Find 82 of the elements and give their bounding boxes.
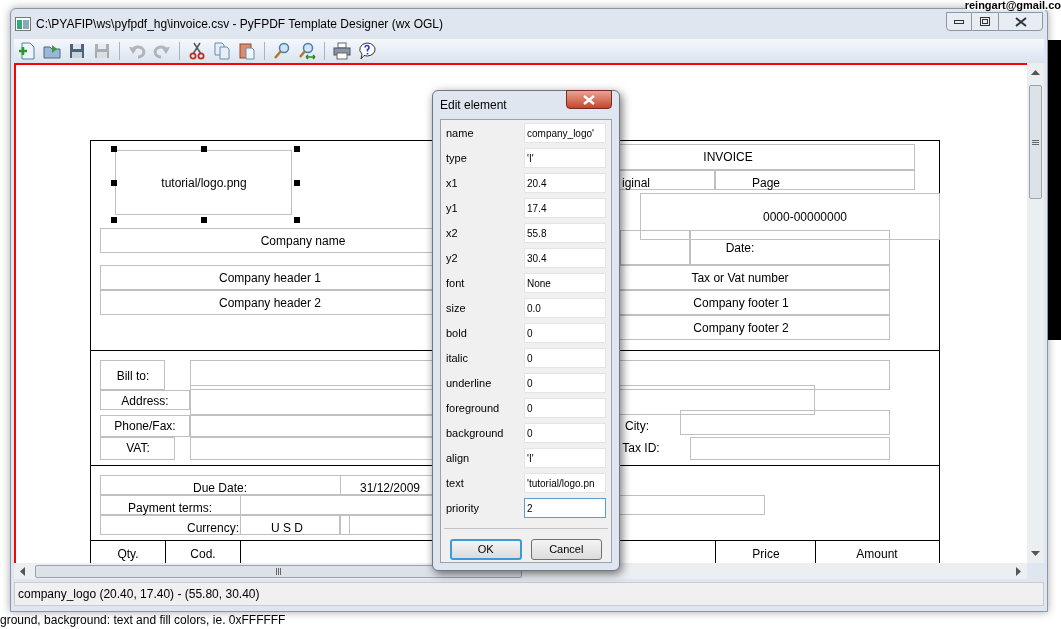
field-label: bold: [446, 325, 468, 341]
element-text: VAT:: [126, 441, 150, 455]
element-text: Tax ID:: [622, 441, 660, 455]
scroll-right-icon[interactable]: [1016, 566, 1022, 576]
element-text: 0000-00000000: [762, 210, 848, 224]
user-email: reingart@gmail.co: [964, 0, 1061, 10]
scroll-down-icon[interactable]: [1031, 551, 1040, 557]
element-text: iginal: [622, 176, 650, 190]
input-field[interactable]: 0: [524, 398, 606, 418]
minimize-icon: [954, 19, 964, 24]
input-field[interactable]: None: [524, 273, 606, 293]
input-field[interactable]: 'I': [524, 448, 606, 468]
scroll-left-icon[interactable]: [19, 566, 25, 576]
element-text: 31/12/2009: [359, 481, 421, 495]
scroll-up-icon[interactable]: [1031, 69, 1040, 75]
input-field[interactable]: 30.4: [524, 248, 606, 268]
element-text: Price: [752, 547, 780, 561]
field-label: x1: [446, 175, 459, 191]
element-text: Phone/Fax:: [114, 419, 176, 433]
app-icon: [15, 17, 31, 31]
minimize-button[interactable]: [946, 12, 972, 31]
dialog-button[interactable]: Cancel: [530, 539, 602, 560]
field-label: italic: [446, 350, 469, 366]
help-text: ground, background: text and fill colors, ie. 0xFFFFFF: [0, 613, 286, 628]
element-text: Company footer 1: [693, 296, 789, 310]
field-label: type: [446, 150, 468, 166]
input-field[interactable]: 0.0: [524, 298, 606, 318]
maximize-button[interactable]: [972, 12, 998, 31]
field-label: size: [446, 300, 467, 316]
field-label: align: [446, 450, 471, 466]
input-field[interactable]: 20.4: [524, 173, 606, 193]
element-text: Due Date:: [193, 481, 247, 495]
element-text: Qty.: [117, 547, 139, 561]
field-label: background: [446, 425, 505, 441]
element-text: Company header 1: [218, 271, 322, 285]
input-field[interactable]: 'I': [524, 148, 606, 168]
field-label: y1: [446, 200, 459, 216]
field-label: y2: [446, 250, 459, 266]
element-text: Company footer 2: [693, 321, 789, 335]
input-field[interactable]: 0: [524, 348, 606, 368]
input-field[interactable]: company_logo': [524, 123, 606, 143]
scroll-thumb[interactable]: [1029, 85, 1042, 199]
field-label: x2: [446, 225, 459, 241]
element-text: Company header 2: [218, 296, 322, 310]
input-field[interactable]: 2: [524, 498, 606, 518]
input-field[interactable]: 17.4: [524, 198, 606, 218]
element-text: Date:: [725, 241, 755, 255]
input-field[interactable]: 0: [524, 373, 606, 393]
input-field[interactable]: 0: [524, 423, 606, 443]
element-text: tutorial/logo.png: [161, 176, 247, 190]
close-button[interactable]: [998, 12, 1043, 31]
field-label: text: [446, 475, 465, 491]
element-text: Cod.: [190, 547, 216, 561]
dialog-title: Edit element: [440, 97, 507, 114]
close-icon: [1014, 16, 1027, 27]
field-label: name: [446, 125, 475, 141]
field-label: underline: [446, 375, 493, 391]
element-text: Company name: [260, 234, 346, 248]
element-text: Address:: [121, 394, 169, 408]
element-text: U S D: [271, 521, 303, 535]
element-text: Currency:: [187, 521, 239, 535]
horizontal-scrollbar[interactable]: [14, 563, 1027, 579]
maximize-icon: [980, 17, 990, 26]
input-field[interactable]: 55.8: [524, 223, 606, 243]
status-text: company_logo (20.40, 17.40) - (55.80, 30.40): [18, 586, 260, 603]
vertical-scrollbar[interactable]: [1027, 63, 1044, 563]
close-button[interactable]: [566, 90, 612, 109]
close-icon: [583, 94, 595, 105]
window-title: C:\PYAFIP\ws\pyfpdf_hg\invoice.csv - PyFPDF Template Designer (wx OGL): [36, 16, 444, 33]
element-text: City:: [625, 419, 649, 433]
field-label: font: [446, 275, 466, 291]
element-text: INVOICE: [703, 150, 753, 164]
field-label: priority: [446, 500, 480, 516]
field-label: foreground: [446, 400, 501, 416]
element-text: Page: [752, 176, 780, 190]
element-text: Tax or Vat number: [691, 271, 789, 285]
element-text: Payment terms:: [128, 501, 212, 515]
element-text: Amount: [856, 547, 898, 561]
dialog-button[interactable]: OK: [450, 539, 522, 560]
element-text: Bill to:: [116, 369, 150, 383]
input-field[interactable]: 'tutorial/logo.pn: [524, 473, 606, 493]
input-field[interactable]: 0: [524, 323, 606, 343]
